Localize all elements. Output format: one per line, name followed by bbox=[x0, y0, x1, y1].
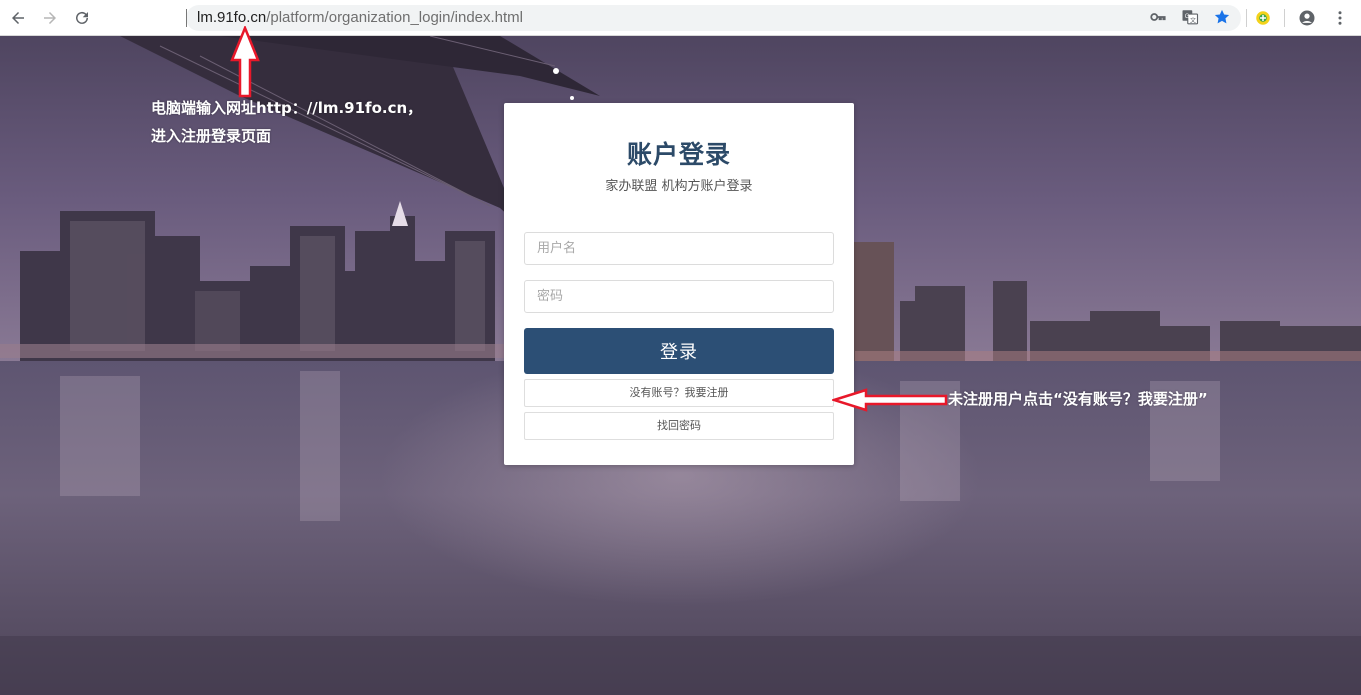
svg-text:G: G bbox=[1185, 14, 1190, 20]
url-text: lm.91fo.cn/platform/organization_login/i… bbox=[197, 8, 523, 28]
url-annotation-line1: 电脑端输入网址http：//lm.91fo.cn， bbox=[151, 99, 423, 117]
forgot-password-button[interactable]: 找回密码 bbox=[524, 412, 834, 440]
svg-text:文: 文 bbox=[1190, 16, 1196, 24]
extension-icon[interactable] bbox=[1253, 8, 1273, 28]
url-annotation-arrow bbox=[230, 26, 260, 98]
browser-toolbar: lm.91fo.cn/platform/organization_login/i… bbox=[0, 0, 1361, 36]
url-host: lm.91fo.cn bbox=[197, 9, 267, 26]
register-annotation-text: 未注册用户点击“没有账号？我要注册” bbox=[948, 390, 1208, 408]
reload-icon[interactable] bbox=[70, 6, 94, 30]
register-button[interactable]: 没有账号？我要注册 bbox=[524, 379, 834, 407]
url-annotation-line2: 进入注册登录页面 bbox=[151, 127, 272, 145]
login-card: 账户登录 家办联盟 机构方账户登录 登录 没有账号？我要注册 找回密码 bbox=[504, 103, 854, 465]
text-cursor bbox=[186, 9, 187, 27]
menu-dots-icon[interactable] bbox=[1330, 8, 1350, 28]
translate-icon[interactable]: G文 bbox=[1180, 7, 1200, 27]
key-icon[interactable] bbox=[1148, 7, 1168, 27]
login-subtitle: 家办联盟 机构方账户登录 bbox=[605, 179, 753, 194]
password-input[interactable] bbox=[524, 280, 834, 313]
toolbar-separator-2 bbox=[1284, 9, 1285, 27]
register-annotation-arrow bbox=[832, 388, 948, 412]
url-path: /platform/organization_login/index.html bbox=[266, 9, 524, 26]
forward-arrow-icon[interactable] bbox=[38, 6, 62, 30]
account-icon[interactable] bbox=[1297, 8, 1317, 28]
login-title: 账户登录 bbox=[626, 140, 731, 169]
back-arrow-icon[interactable] bbox=[6, 6, 30, 30]
bookmark-star-icon[interactable] bbox=[1212, 7, 1232, 27]
username-input[interactable] bbox=[524, 232, 834, 265]
address-bar[interactable]: lm.91fo.cn/platform/organization_login/i… bbox=[186, 5, 1241, 31]
toolbar-separator bbox=[1246, 9, 1247, 27]
login-button[interactable]: 登录 bbox=[524, 328, 834, 374]
